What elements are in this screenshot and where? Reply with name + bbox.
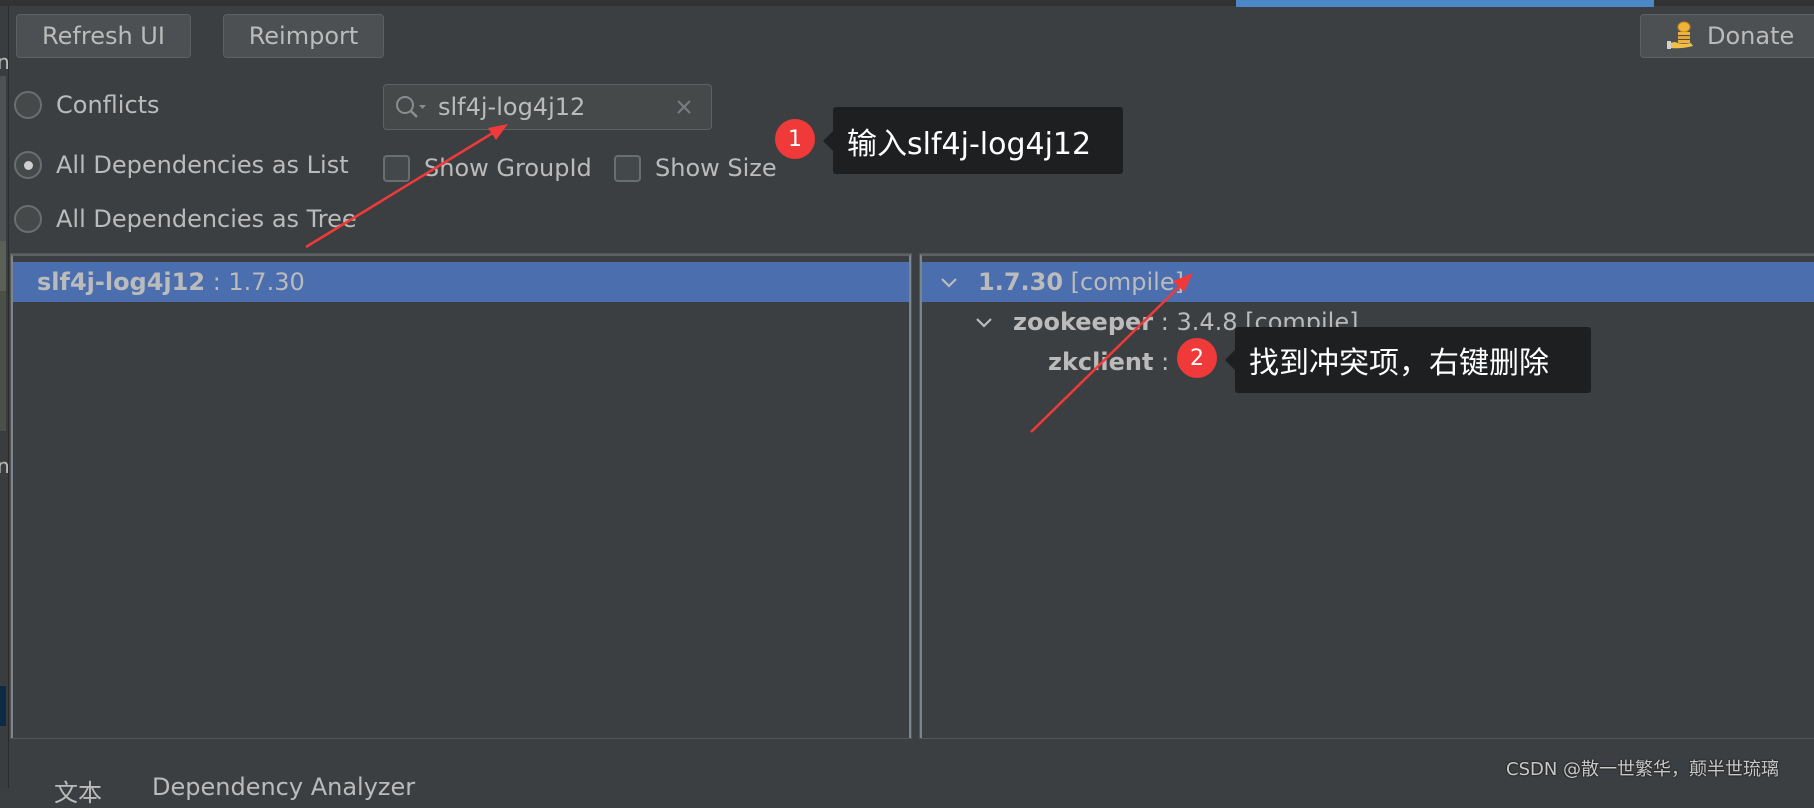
artifact-name: slf4j-log4j12 [37,268,206,296]
node-name: zookeeper [1013,308,1154,336]
tab-text[interactable]: 文本 [54,773,102,808]
node-name: zkclient [1048,348,1154,376]
radio-all-dependencies-list[interactable]: All Dependencies as List [14,151,349,179]
close-icon[interactable] [669,92,699,122]
checkbox[interactable] [383,154,410,182]
checkbox[interactable] [614,154,641,182]
radio-all-dependencies-tree[interactable]: All Dependencies as Tree [14,205,357,233]
active-tab-indicator [1236,0,1654,7]
show-groupid-checkbox[interactable]: Show GroupId [383,154,592,182]
annotation-callout-2: 找到冲突项，右键删除 [1225,327,1591,393]
list-item[interactable]: slf4j-log4j12 : 1.7.30 [13,262,909,302]
separator: : [1153,348,1177,376]
left-strip-segment [0,686,6,726]
step-badge-1: 1 [775,119,815,159]
coins-hand-icon [1667,21,1693,49]
radio-label: All Dependencies as Tree [56,205,357,233]
dependency-list-panel: slf4j-log4j12 : 1.7.30 [10,253,912,739]
radio-button[interactable] [14,151,42,179]
bottom-tab-bar: 文本 Dependency Analyzer [54,773,415,808]
donate-label: Donate [1707,22,1795,50]
annotation-callout-1: 输入slf4j-log4j12 [823,107,1123,174]
left-strip-segment [0,291,6,431]
reimport-button[interactable]: Reimport [223,14,384,58]
search-icon[interactable] [394,93,430,121]
separator: : [1153,308,1177,336]
radio-conflicts[interactable]: Conflicts [14,91,160,119]
show-size-checkbox[interactable]: Show Size [614,154,777,182]
step-badge-2: 2 [1177,338,1217,378]
node-version: 3.4.8 [1176,308,1238,336]
radio-button[interactable] [14,205,42,233]
left-strip-char: n [0,454,10,478]
donate-button[interactable]: Donate [1640,14,1814,58]
checkbox-label: Show GroupId [424,154,592,182]
left-tool-strip: n n [0,6,10,788]
artifact-version: 1.7.30 [228,268,305,296]
node-version: 1.7.30 [978,268,1064,296]
left-strip-segment [0,76,6,241]
chevron-down-icon[interactable] [973,311,995,333]
chevron-down-icon[interactable] [938,271,960,293]
tab-dependency-analyzer[interactable]: Dependency Analyzer [152,773,415,808]
refresh-ui-button[interactable]: Refresh UI [16,14,191,58]
search-input[interactable]: slf4j-log4j12 [438,93,669,121]
search-field[interactable]: slf4j-log4j12 [383,84,712,130]
left-strip-char: n [0,50,10,74]
separator: : [205,268,229,296]
radio-label: Conflicts [56,91,160,119]
radio-label: All Dependencies as List [56,151,349,179]
watermark: CSDN @散一世繁华，颠半世琉璃 [1506,759,1780,780]
checkbox-label: Show Size [655,154,777,182]
tree-node[interactable]: 1.7.30 [compile] [922,262,1814,302]
left-strip-segment [0,241,6,291]
radio-button[interactable] [14,91,42,119]
node-scope: [compile] [1063,268,1184,296]
